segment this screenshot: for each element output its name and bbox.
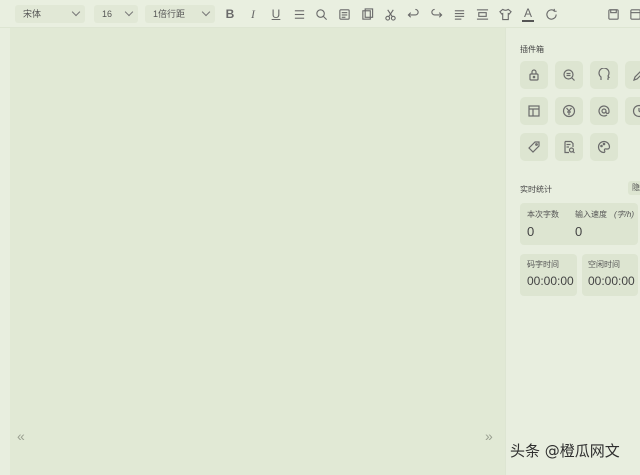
lock-icon[interactable] [520,61,548,89]
font-color-letter: A [523,5,532,20]
save-icon[interactable] [605,6,621,22]
align-icon[interactable] [451,6,467,22]
font-size-select[interactable]: 16 [94,5,138,23]
at-icon[interactable] [590,97,618,125]
typing-time-card: 码字时间 00:00:00 [520,254,577,296]
undo-icon[interactable] [405,6,421,22]
input-speed-label: 输入速度 [575,210,607,219]
yen-icon[interactable] [555,97,583,125]
font-color-bar [522,19,534,22]
watermark: 头条 @橙瓜网文 [510,442,620,460]
idle-time-card: 空闲时间 00:00:00 [582,254,638,296]
next-page-arrow[interactable]: » [485,428,493,444]
document-icon[interactable] [336,6,352,22]
clock-icon[interactable] [625,97,640,125]
chevron-down-icon [71,7,81,17]
idle-time-value: 00:00:00 [588,274,635,288]
stats-hide-button[interactable]: 隐 [628,181,640,195]
input-speed-unit: (字/h) [614,210,634,219]
font-family-value: 宋体 [23,9,42,19]
typing-time-value: 00:00:00 [527,274,574,288]
idle-time-label: 空闲时间 [588,260,620,269]
shirt-icon[interactable] [497,6,513,22]
typing-time-label: 码字时间 [527,260,559,269]
cut-icon[interactable] [382,6,398,22]
tag-icon[interactable] [520,133,548,161]
stats-row-words: 本次字数 0 输入速度 (字/h) 0 [520,203,638,245]
chevron-down-icon [124,7,134,17]
stats-title: 实时统计 [520,185,552,194]
head-icon[interactable] [590,61,618,89]
chevron-down-icon [201,7,211,17]
session-words-value: 0 [527,224,535,239]
window-icon[interactable] [627,6,640,22]
font-size-value: 16 [102,9,113,19]
pencil-icon[interactable] [625,61,640,89]
palette-icon[interactable] [590,133,618,161]
line-spacing-value: 1倍行距 [153,9,186,19]
search-doc-icon[interactable] [555,61,583,89]
plugins-title: 插件箱 [520,45,544,54]
left-margin [0,28,10,475]
strikethrough-icon[interactable] [291,6,307,22]
font-color-icon[interactable]: A [520,6,536,22]
indent-icon[interactable] [474,6,490,22]
input-speed-value: 0 [575,224,583,239]
session-words-label: 本次字数 [527,210,559,219]
table-icon[interactable] [520,97,548,125]
search-icon[interactable] [313,6,329,22]
bold-icon[interactable]: B [222,6,238,22]
document-search-icon[interactable] [555,133,583,161]
redo-icon[interactable] [428,6,444,22]
toolbar: 宋体 16 1倍行距 B I U A [0,0,640,28]
underline-icon[interactable]: U [268,6,284,22]
italic-icon[interactable]: I [245,6,261,22]
font-family-select[interactable]: 宋体 [15,5,85,23]
line-spacing-select[interactable]: 1倍行距 [145,5,215,23]
editor-area[interactable]: « » [10,28,505,475]
right-panel: 插件箱 实时统计 隐 本次字数 0 输入速度 (字/h) 0 码字时间 00:0… [505,28,640,475]
refresh-icon[interactable] [543,6,559,22]
copy-icon[interactable] [359,6,375,22]
prev-page-arrow[interactable]: « [17,428,25,444]
